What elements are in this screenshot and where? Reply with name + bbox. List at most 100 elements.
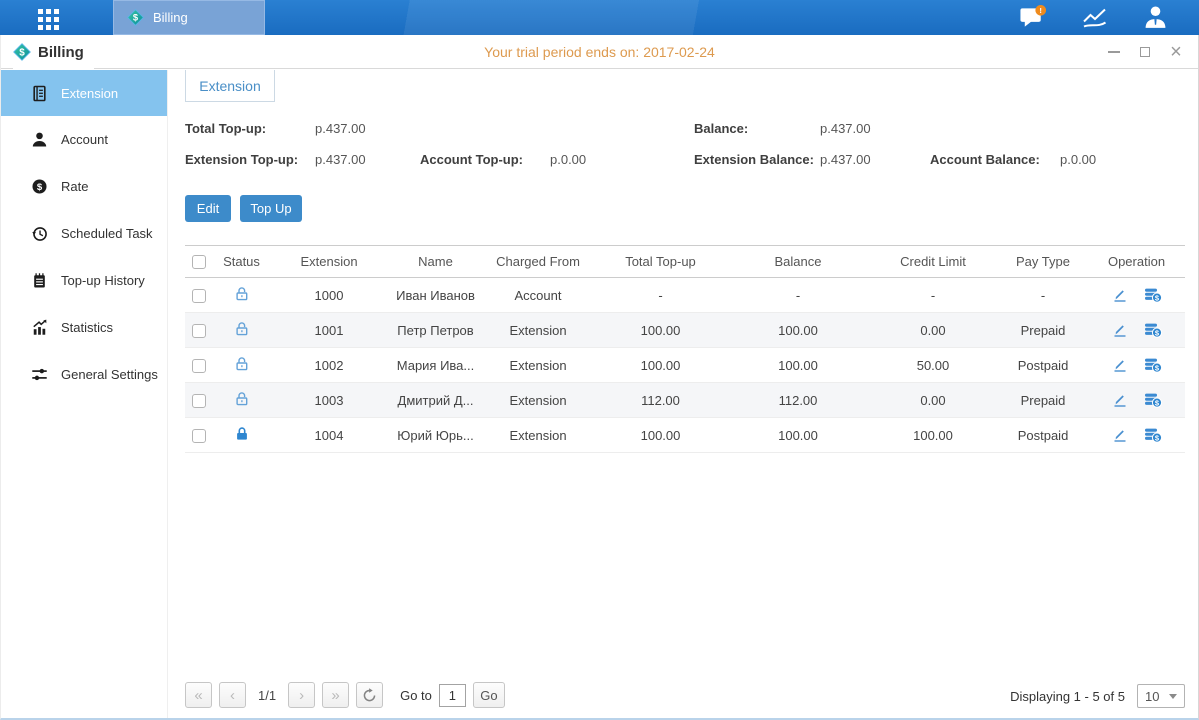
table-row: 1002 Мария Ива... Extension 100.00 100.0… (185, 348, 1185, 383)
col-charged-from: Charged From (483, 246, 593, 278)
col-name: Name (388, 246, 483, 278)
table-row: 1003 Дмитрий Д... Extension 112.00 112.0… (185, 383, 1185, 418)
account-balance-label: Account Balance: (930, 152, 1040, 167)
account-icon (30, 131, 48, 149)
sidebar-item-general-settings[interactable]: General Settings (0, 351, 167, 398)
row-checkbox[interactable] (192, 394, 206, 408)
col-credit-limit: Credit Limit (868, 246, 998, 278)
svg-text:$: $ (133, 13, 139, 23)
top-up-button[interactable]: Top Up (240, 195, 302, 222)
col-balance: Balance (728, 246, 868, 278)
sidebar-item-extension[interactable]: Extension (0, 70, 167, 116)
window-header: Your trial period ends on: 2017-02-24 $ … (0, 35, 1199, 69)
top-up-coins-icon[interactable]: $ (1144, 427, 1162, 443)
sidebar-item-statistics[interactable]: Statistics (0, 304, 167, 351)
billing-diamond-icon: $ (127, 9, 144, 26)
go-button[interactable]: Go (473, 682, 505, 708)
extension-balance-value: p.437.00 (820, 152, 871, 167)
next-page-button[interactable]: › (288, 682, 315, 708)
top-bar: $ Billing ! (0, 0, 1199, 35)
last-page-button[interactable]: » (322, 682, 349, 708)
goto-page-input[interactable] (439, 684, 466, 707)
lock-open-icon (234, 395, 250, 410)
topup-history-icon (30, 272, 48, 290)
statistics-icon (30, 319, 48, 337)
sidebar-item-label: Account (61, 132, 108, 147)
chat-icon[interactable]: ! (1019, 5, 1047, 31)
window-title-text: Billing (38, 44, 84, 61)
sidebar-item-label: Top-up History (61, 273, 145, 288)
sidebar-item-label: Rate (61, 179, 88, 194)
extension-topup-value: p.437.00 (315, 152, 366, 167)
col-operation: Operation (1088, 246, 1185, 278)
edit-pencil-icon[interactable] (1112, 357, 1128, 373)
pagination-bar: « ‹ 1/1 › » Go to Go (185, 682, 505, 708)
sidebar-item-label: Scheduled Task (61, 226, 153, 241)
top-up-coins-icon[interactable]: $ (1144, 287, 1162, 303)
table-row: 1001 Петр Петров Extension 100.00 100.00… (185, 313, 1185, 348)
account-topup-value: p.0.00 (550, 152, 586, 167)
col-pay-type: Pay Type (998, 246, 1088, 278)
lock-open-icon (234, 360, 250, 375)
top-up-coins-icon[interactable]: $ (1144, 357, 1162, 373)
sidebar-item-label: Extension (61, 86, 118, 101)
table-row: 1000 Иван Иванов Account - - - - $ (185, 278, 1185, 313)
top-up-coins-icon[interactable]: $ (1144, 322, 1162, 338)
account-balance-value: p.0.00 (1060, 152, 1096, 167)
extension-icon (30, 84, 48, 102)
select-all-checkbox[interactable] (192, 255, 206, 269)
close-icon[interactable]: × (1169, 45, 1183, 59)
sidebar-item-scheduled-task[interactable]: Scheduled Task (0, 210, 167, 257)
prev-page-button[interactable]: ‹ (219, 682, 246, 708)
balance-value: p.437.00 (820, 121, 871, 136)
minimize-icon[interactable] (1107, 45, 1121, 59)
sidebar-item-account[interactable]: Account (0, 116, 167, 163)
billing-summary: Total Top-up: p.437.00 Balance: p.437.00… (168, 70, 1199, 180)
chart-icon[interactable] (1080, 5, 1108, 31)
page-size-value: 10 (1145, 689, 1159, 704)
col-status: Status (213, 246, 270, 278)
edit-pencil-icon[interactable] (1112, 322, 1128, 338)
lock-open-icon (234, 290, 250, 305)
window-title: $ Billing (13, 35, 94, 69)
refresh-button[interactable] (356, 682, 383, 708)
account-topup-label: Account Top-up: (420, 152, 523, 167)
row-checkbox[interactable] (192, 289, 206, 303)
goto-label: Go to (400, 688, 432, 703)
sidebar-item-rate[interactable]: $ Rate (0, 163, 167, 210)
sidebar-item-label: Statistics (61, 320, 113, 335)
page-indicator: 1/1 (258, 688, 276, 703)
col-total-topup: Total Top-up (593, 246, 728, 278)
edit-pencil-icon[interactable] (1112, 287, 1128, 303)
svg-text:$: $ (36, 182, 42, 193)
chevron-down-icon (1169, 694, 1177, 699)
app-launcher-grid-icon[interactable] (38, 9, 59, 30)
taskbar-tab-billing[interactable]: $ Billing (113, 0, 265, 35)
general-settings-icon (30, 366, 48, 384)
extensions-table: Status Extension Name Charged From Total… (185, 245, 1185, 453)
taskbar-tab-label: Billing (153, 10, 188, 25)
top-up-coins-icon[interactable]: $ (1144, 392, 1162, 408)
extension-balance-label: Extension Balance: (694, 152, 814, 167)
row-checkbox[interactable] (192, 359, 206, 373)
row-checkbox[interactable] (192, 324, 206, 338)
page-size-select[interactable]: 10 (1137, 684, 1185, 708)
notification-badge: ! (1039, 6, 1042, 15)
sidebar: Extension Account $ Rate Scheduled T (0, 70, 168, 720)
user-icon[interactable] (1141, 5, 1169, 31)
scheduled-task-icon (30, 225, 48, 243)
sidebar-item-topup-history[interactable]: Top-up History (0, 257, 167, 304)
first-page-button[interactable]: « (185, 682, 212, 708)
total-topup-label: Total Top-up: (185, 121, 266, 136)
edit-button[interactable]: Edit (185, 195, 231, 222)
lock-closed-icon (234, 430, 250, 445)
row-checkbox[interactable] (192, 429, 206, 443)
table-header-row: Status Extension Name Charged From Total… (185, 246, 1185, 278)
maximize-icon[interactable] (1138, 45, 1152, 59)
svg-text:$: $ (19, 47, 25, 58)
rate-icon: $ (30, 178, 48, 196)
trial-notice: Your trial period ends on: 2017-02-24 (0, 35, 1199, 69)
billing-diamond-icon: $ (13, 43, 31, 61)
edit-pencil-icon[interactable] (1112, 427, 1128, 443)
edit-pencil-icon[interactable] (1112, 392, 1128, 408)
